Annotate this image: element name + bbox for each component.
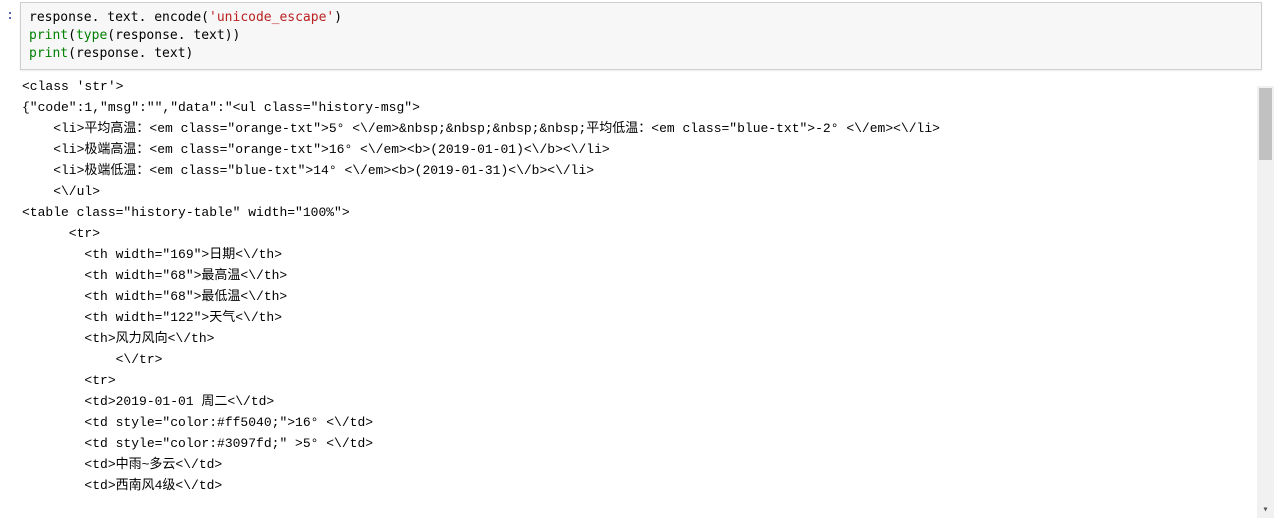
chevron-down-icon: ▾ xyxy=(1262,504,1268,516)
output-line: <td style="color:#ff5040;">16° <\/td> xyxy=(22,415,373,430)
output-line: <td>2019-01-01 周二<\/td> xyxy=(22,394,274,409)
output-line: <li>极端低温：<em class="blue-txt">14° <\/em>… xyxy=(22,163,594,178)
output-line: <td>中雨~多云<\/td> xyxy=(22,457,222,472)
output-line: <table class="history-table" width="100%… xyxy=(22,205,350,220)
code-cell: : response. text. encode('unicode_escape… xyxy=(0,2,1274,70)
output-line: <td>西南风4级<\/td> xyxy=(22,478,222,493)
output-line: <li>平均高温：<em class="orange-txt">5° <\/em… xyxy=(22,121,940,136)
notebook-viewport: : response. text. encode('unicode_escape… xyxy=(0,0,1274,518)
output-line: <th width="68">最高温<\/th> xyxy=(22,268,287,283)
code-input-area[interactable]: response. text. encode('unicode_escape')… xyxy=(20,2,1262,70)
output-line: <tr> xyxy=(22,226,100,241)
output-cell: <class 'str'> {"code":1,"msg":"","data":… xyxy=(0,74,1274,496)
output-line: <th width="122">天气<\/th> xyxy=(22,310,282,325)
output-line: <\/tr> xyxy=(22,352,162,367)
output-text[interactable]: <class 'str'> {"code":1,"msg":"","data":… xyxy=(20,76,1274,496)
scrollbar-thumb[interactable] xyxy=(1259,88,1272,160)
output-line: <class 'str'> xyxy=(22,79,123,94)
code-line-1: response. text. encode('unicode_escape') xyxy=(29,9,1253,27)
output-line: <th width="68">最低温<\/th> xyxy=(22,289,287,304)
input-prompt: : xyxy=(0,2,14,70)
vertical-scrollbar[interactable]: ▾ xyxy=(1257,86,1274,518)
output-line: <td style="color:#3097fd;" >5° <\/td> xyxy=(22,436,373,451)
scroll-down-button[interactable]: ▾ xyxy=(1257,501,1274,518)
code-line-2: print(type(response. text)) xyxy=(29,27,1253,45)
output-line: <li>极端高温：<em class="orange-txt">16° <\/e… xyxy=(22,142,610,157)
output-line: {"code":1,"msg":"","data":"<ul class="hi… xyxy=(22,100,420,115)
output-gutter xyxy=(0,74,20,496)
output-line: <th>风力风向<\/th> xyxy=(22,331,214,346)
output-line: <\/ul> xyxy=(22,184,100,199)
output-line: <tr> xyxy=(22,373,116,388)
output-body: <class 'str'> {"code":1,"msg":"","data":… xyxy=(20,74,1274,496)
code-line-3: print(response. text) xyxy=(29,45,1253,63)
output-line: <th width="169">日期<\/th> xyxy=(22,247,282,262)
